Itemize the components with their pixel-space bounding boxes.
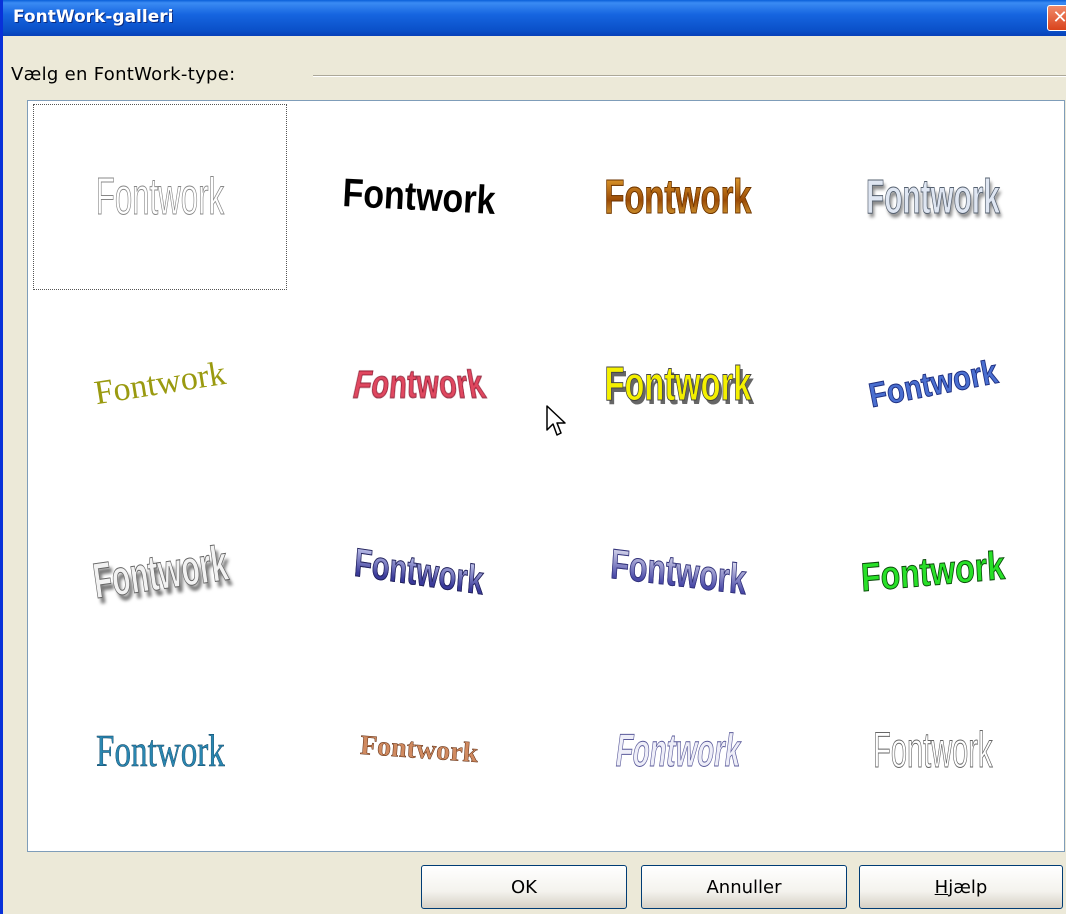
fontwork-preview: Fontwork [352, 540, 486, 603]
fontwork-preview: Fontwork [859, 543, 1007, 600]
gallery-item-7[interactable]: Fontwork [551, 291, 805, 477]
fontwork-preview: Fontwork [348, 363, 490, 408]
gallery-item-5[interactable]: Fontwork [33, 291, 287, 477]
mouse-pointer-icon [546, 405, 566, 436]
fontwork-preview: Fontwork [873, 722, 993, 779]
help-button-label: jælp [948, 876, 988, 898]
fontwork-preview: Fontwork [604, 170, 752, 224]
ok-button[interactable]: OK [421, 865, 627, 909]
fontwork-preview: Fontwork [89, 534, 231, 610]
cancel-button[interactable]: Annuller [641, 865, 847, 909]
gallery-item-11[interactable]: Fontwork [551, 479, 805, 665]
gallery-item-4[interactable]: Fontwork [806, 104, 1060, 290]
fontwork-preview: Fontwork [865, 352, 1001, 415]
gallery-item-16[interactable]: Fontwork [806, 657, 1060, 843]
fontwork-gallery-dialog: FontWork-galleri ✕ Vælg en FontWork-type… [0, 0, 1066, 914]
fontwork-preview: Fontwork [91, 354, 229, 413]
title-bar[interactable]: FontWork-galleri ✕ [3, 0, 1066, 36]
gallery-item-12[interactable]: Fontwork [806, 479, 1060, 665]
gallery-group-label: Vælg en FontWork-type: [11, 64, 236, 85]
help-button[interactable]: Hjælp [859, 865, 1063, 909]
ok-button-label: OK [511, 876, 537, 898]
gallery-item-15[interactable]: Fontwork [551, 657, 805, 843]
gallery-item-1[interactable]: Fontwork [33, 104, 287, 290]
fontwork-preview: Fontwork [358, 729, 480, 770]
gallery-item-8[interactable]: Fontwork [806, 291, 1060, 477]
gallery-item-6[interactable]: Fontwork [292, 291, 546, 477]
fontwork-preview: Fontwork [608, 539, 748, 604]
close-icon: ✕ [1052, 7, 1066, 28]
close-button[interactable]: ✕ [1047, 5, 1066, 31]
gallery-item-10[interactable]: Fontwork [292, 479, 546, 665]
fontwork-preview: Fontwork [612, 724, 744, 777]
gallery-item-3[interactable]: Fontwork [551, 104, 805, 290]
fontwork-preview: Fontwork [95, 168, 225, 227]
fontwork-preview: Fontwork [604, 357, 752, 411]
fontwork-gallery[interactable]: Fontwork Fontwork Fontwork Fontwork Font… [27, 100, 1065, 852]
gallery-item-14[interactable]: Fontwork [292, 657, 546, 843]
fontwork-preview: Fontwork [341, 170, 497, 223]
window-title: FontWork-galleri [13, 7, 174, 27]
fontwork-preview: Fontwork [866, 170, 1001, 224]
gallery-item-9[interactable]: Fontwork [33, 479, 287, 665]
gallery-item-2[interactable]: Fontwork [292, 104, 546, 290]
gallery-item-13[interactable]: Fontwork [33, 657, 287, 843]
help-accelerator-key: H [934, 876, 949, 898]
group-separator [313, 75, 1066, 77]
fontwork-preview: Fontwork [95, 724, 225, 776]
cancel-button-label: Annuller [706, 876, 782, 898]
